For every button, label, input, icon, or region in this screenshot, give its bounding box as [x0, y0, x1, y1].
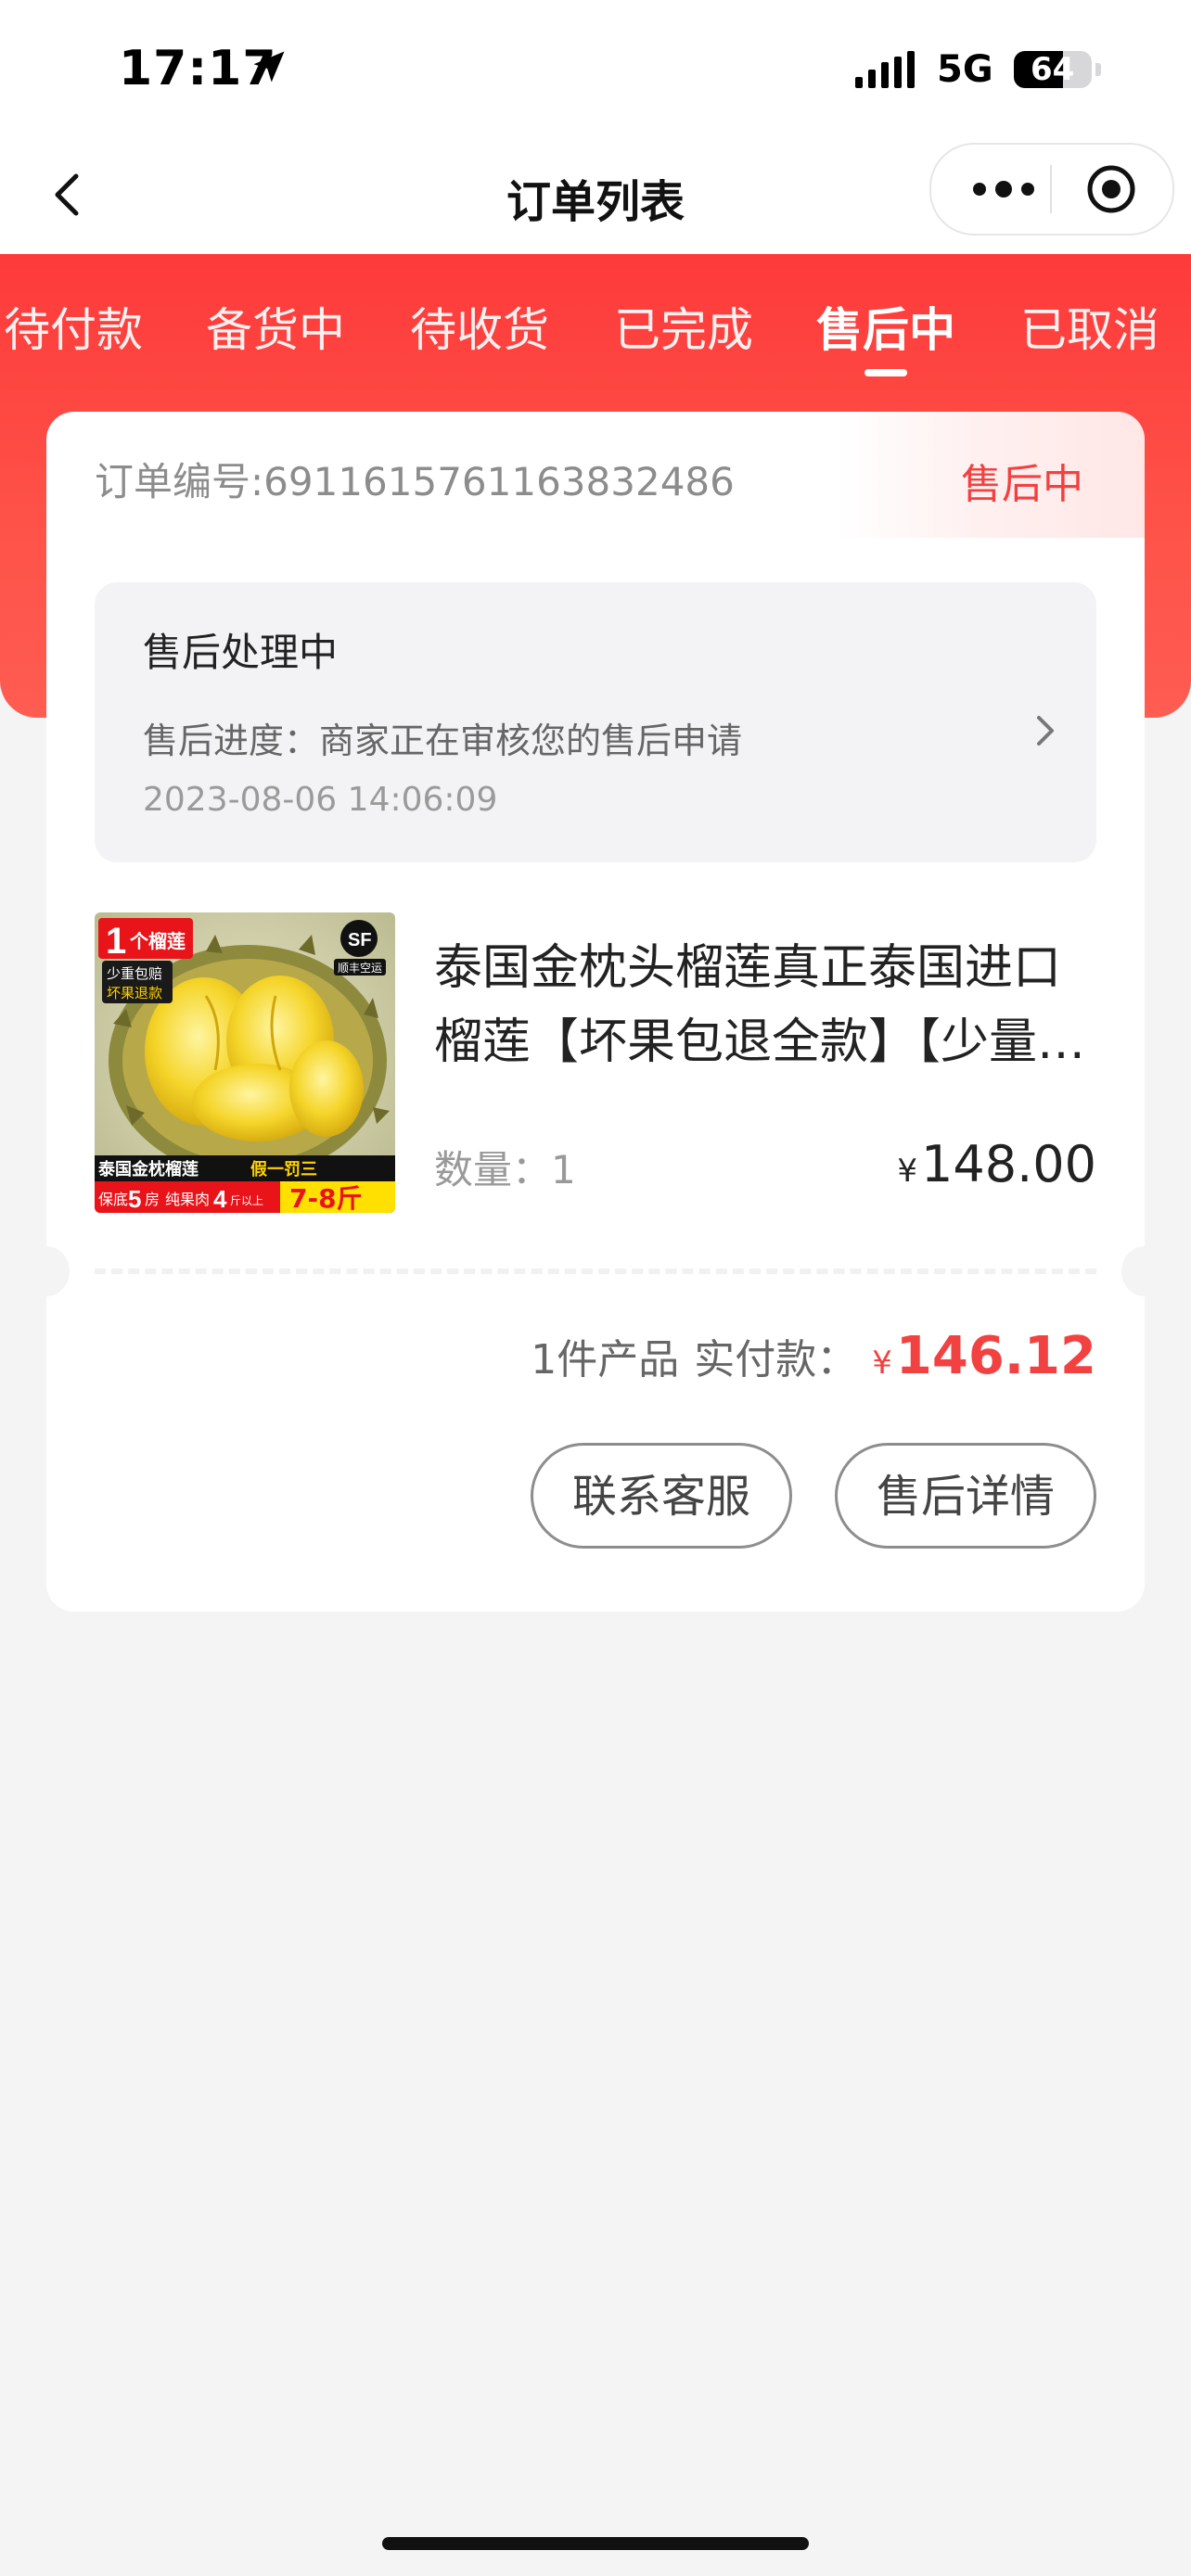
battery-level: 64	[1031, 51, 1075, 88]
order-card[interactable]: 订单编号:6911615761163832486 售后中 售后处理中 售后进度：…	[46, 412, 1145, 1612]
chevron-right-icon	[1037, 716, 1054, 746]
after-sale-title: 售后处理中	[143, 630, 339, 675]
after-sale-detail-button[interactable]: 售后详情	[835, 1443, 1096, 1549]
item-count: 1件产品	[531, 1336, 680, 1384]
active-tab-indicator	[864, 369, 907, 376]
badge-sub-1: 少重包赔	[107, 965, 162, 982]
order-summary: 1件产品 实付款： ¥146.12	[531, 1326, 1096, 1386]
bottom-left: 保底	[98, 1191, 128, 1208]
card-notch-right	[1121, 1246, 1145, 1296]
unit-price-value: 148.00	[921, 1135, 1096, 1193]
mini-program-capsule	[929, 143, 1174, 236]
home-indicator	[382, 2537, 809, 2550]
tab-preparing[interactable]: 备货中	[206, 293, 345, 360]
bottom-mid-3: 斤以上	[230, 1194, 263, 1207]
tab-after-sale[interactable]: 售后中	[816, 293, 955, 360]
paid-symbol: ¥	[872, 1345, 892, 1382]
close-miniprogram-icon[interactable]	[1085, 163, 1137, 215]
paid-label: 实付款：	[694, 1336, 858, 1384]
battery-tip	[1095, 63, 1101, 76]
tab-pending-payment[interactable]: 待付款	[4, 293, 143, 360]
badge-sub-2: 坏果退款	[107, 985, 162, 1001]
tab-to-receive[interactable]: 待收货	[410, 293, 549, 360]
status-bar: 17:17 5G 64	[0, 0, 1191, 139]
bottom-mid: 房	[145, 1191, 160, 1208]
more-icon[interactable]	[967, 171, 1041, 208]
tab-cancelled[interactable]: 已取消	[1020, 293, 1159, 360]
badge-unit: 个榴莲	[129, 930, 186, 952]
paid-amount: ¥146.12	[872, 1326, 1096, 1386]
signal-icon	[855, 51, 915, 88]
capsule-divider	[1050, 165, 1052, 213]
tab-completed[interactable]: 已完成	[614, 293, 753, 360]
status-indicators: 5G 64	[855, 48, 1101, 91]
after-sale-progress-box[interactable]: 售后处理中 售后进度：商家正在审核您的售后申请 2023-08-06 14:06…	[95, 582, 1096, 862]
nav-bar: 订单列表	[0, 139, 1191, 254]
unit-price-symbol: ¥	[897, 1153, 918, 1190]
badge-count: 1	[106, 921, 126, 962]
product-image[interactable]: 1 个榴莲 少重包赔 坏果退款 SF 顺丰空运 泰国金枕榴莲 假一罚三 保底 5…	[95, 912, 395, 1213]
quantity-label: 数量：1	[434, 1147, 576, 1192]
paid-value: 146.12	[895, 1326, 1096, 1386]
band-left: 泰国金枕榴莲	[97, 1159, 198, 1180]
network-type: 5G	[937, 48, 993, 91]
after-sale-time: 2023-08-06 14:06:09	[143, 781, 498, 819]
order-number: 订单编号:6911615761163832486	[95, 459, 735, 504]
order-status: 售后中	[961, 461, 1083, 508]
after-sale-progress: 售后进度：商家正在审核您的售后申请	[143, 721, 743, 761]
card-notch-left	[46, 1246, 70, 1296]
sf-text: 顺丰空运	[338, 962, 382, 975]
bottom-num-2: 4	[213, 1185, 227, 1213]
band-right: 假一罚三	[250, 1159, 317, 1180]
weight-label: 7-8斤	[289, 1183, 363, 1213]
bottom-mid-2: 纯果肉	[165, 1191, 210, 1208]
location-arrow-icon	[253, 51, 285, 83]
product-title[interactable]: 泰国金枕头榴莲真正泰国进口榴莲【坏果包退全款】【少量包赔】7-8斤	[434, 931, 1093, 1079]
bottom-num-1: 5	[128, 1185, 141, 1213]
sf-logo: SF	[348, 930, 372, 950]
battery-icon: 64	[1013, 51, 1092, 88]
contact-service-button[interactable]: 联系客服	[531, 1443, 792, 1549]
unit-price: ¥148.00	[897, 1135, 1096, 1193]
order-tabs: 待付款 备货中 待收货 已完成 售后中 已取消	[0, 254, 1191, 412]
dashed-divider	[95, 1269, 1096, 1274]
